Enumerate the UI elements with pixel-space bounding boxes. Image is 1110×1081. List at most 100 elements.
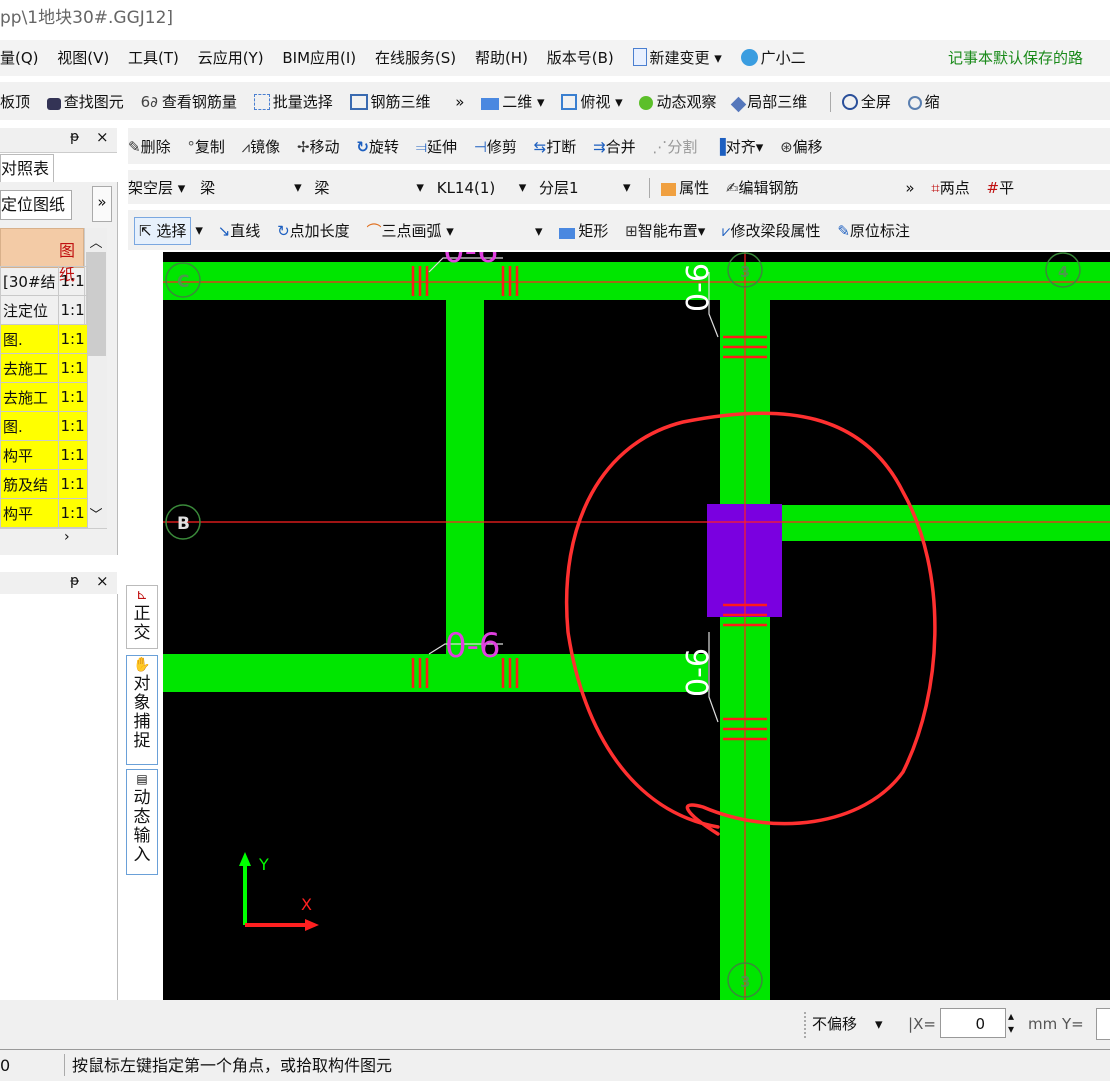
pin-icon[interactable]: ᵽ (70, 129, 79, 145)
view-2d-dropdown[interactable]: 二维 ▾ (481, 83, 545, 121)
scroll-right-icon[interactable]: › (64, 529, 70, 545)
panel-expand-icon[interactable]: » (92, 186, 112, 222)
break-button[interactable]: ⇆打断 (534, 129, 577, 165)
mirror-button[interactable]: ⩘镜像 (242, 129, 280, 165)
offset-button[interactable]: ⊛偏移 (780, 129, 823, 165)
cad-drawing[interactable]: C B 3 4 3 0-6 0-6 0-6 0-6 (163, 252, 1110, 1000)
rotate-button[interactable]: ↻旋转 (356, 129, 399, 165)
select-arrow-icon[interactable]: ▾ (195, 221, 203, 239)
table-row[interactable]: 去施工 1:1 (0, 353, 88, 383)
point-length-button[interactable]: ↻点加长度 (277, 211, 350, 251)
blank-dropdown[interactable]: ▾ (471, 211, 543, 251)
table-hscroll[interactable]: › (0, 528, 107, 551)
snap-toggle[interactable]: ✋ 对象捕捉 (126, 655, 158, 765)
two-point-button[interactable]: ⌗两点 (931, 171, 969, 205)
merge-button[interactable]: ⇉合并 (593, 129, 636, 165)
offset-dropdown[interactable]: 不偏移 ▾ (812, 1010, 883, 1038)
table-row[interactable]: 去施工 1:1 (0, 382, 88, 412)
beam-b-axis[interactable] (770, 505, 1110, 541)
original-mark-button[interactable]: ✎原位标注 (837, 211, 910, 251)
table-row[interactable]: 筋及结 1:1 (0, 469, 88, 499)
split-button[interactable]: ⋰分割 (652, 129, 697, 165)
rebar-3d-button[interactable]: 钢筋三维 (349, 83, 431, 121)
extend-button[interactable]: ⫤延伸 (416, 129, 457, 165)
drawing-canvas[interactable]: C B 3 4 3 0-6 0-6 0-6 0-6 (163, 252, 1110, 1000)
dynamic-input-toggle[interactable]: ▤ 动态输入 (126, 769, 158, 875)
menu-cloud[interactable]: 云应用(Y) (198, 40, 264, 76)
copy-button[interactable]: °复制 (187, 129, 225, 165)
ortho-toggle[interactable]: ⊾ 正交 (126, 585, 158, 649)
category-dropdown[interactable]: 梁 (200, 171, 282, 205)
modify-segment-button[interactable]: ⩗修改梁段属性 (722, 211, 820, 251)
category-arrow-icon[interactable]: ▾ (294, 178, 302, 196)
line-button[interactable]: ↘直线 (218, 211, 261, 251)
batch-select-button[interactable]: 批量选择 (253, 83, 333, 121)
table-row[interactable]: 构平 1:1 (0, 440, 88, 470)
rect-button[interactable]: 矩形 (559, 211, 608, 251)
pin-icon-2[interactable]: ᵽ (70, 573, 79, 589)
menu-online[interactable]: 在线服务(S) (375, 40, 456, 76)
floor-dropdown[interactable]: 架空层 ▾ (128, 171, 185, 205)
scroll-thumb[interactable] (86, 252, 106, 356)
align-dropdown[interactable]: ▐对齐▾ (714, 129, 763, 165)
properties-button[interactable]: 属性 (661, 171, 709, 205)
property-panel-header: ᵽ × (0, 572, 117, 595)
x-spinner-icon[interactable]: ▴ ▾ (1008, 1010, 1014, 1036)
unit-label: mm Y= (1028, 1015, 1084, 1033)
menu-help[interactable]: 帮助(H) (475, 40, 528, 76)
delete-button[interactable]: ✎删除 (128, 129, 171, 165)
sublayer-arrow-icon[interactable]: ▾ (623, 178, 631, 196)
close-icon-2[interactable]: × (96, 572, 109, 590)
mirror-icon: ⩘ (241, 137, 251, 156)
menu-version[interactable]: 版本号(B) (547, 40, 614, 76)
table-row[interactable]: 图. 1:1 (0, 324, 88, 354)
scroll-up-icon[interactable]: ︿ (86, 232, 106, 251)
find-element-button[interactable]: 查找图元 (46, 83, 124, 121)
sublayer-dropdown[interactable]: 分层1 (539, 171, 611, 205)
x-input[interactable]: 0 (940, 1008, 1006, 1038)
toolbar-more-icon[interactable]: » (455, 83, 464, 121)
view-rebar-qty-button[interactable]: 6∂ 查看钢筋量 (141, 83, 237, 121)
dynamic-observe-button[interactable]: 动态观察 (639, 83, 717, 121)
beam-c-axis[interactable] (163, 262, 1110, 300)
cube-icon (561, 93, 578, 110)
menu-new-change[interactable]: 新建变更 ▾ (632, 40, 722, 76)
menu-tools[interactable]: 工具(T) (128, 40, 179, 76)
orbit-icon (639, 95, 654, 110)
type-dropdown[interactable]: 梁 (314, 171, 404, 205)
member-dropdown[interactable]: KL14(1) (437, 171, 507, 205)
move-button[interactable]: ✢移动 (297, 129, 340, 165)
table-row[interactable]: 构平 1:1 (0, 498, 88, 528)
smart-layout-dropdown[interactable]: ⊞智能布置▾ (625, 211, 705, 251)
type-arrow-icon[interactable]: ▾ (416, 178, 424, 196)
select-button[interactable]: ⇱ 选择 (134, 216, 192, 245)
menu-bim[interactable]: BIM应用(I) (282, 40, 356, 76)
arc3-button[interactable]: ⌒三点画弧 ▾ (366, 211, 453, 251)
x-label: |X= (908, 1015, 936, 1033)
menu-view[interactable]: 视图(V) (57, 40, 109, 76)
local-3d-button[interactable]: 局部三维 (731, 83, 807, 121)
menu-quantity[interactable]: 量(Q) (0, 40, 39, 76)
menu-assistant[interactable]: 广小二 (740, 40, 806, 76)
fullscreen-button[interactable]: 全屏 (841, 83, 891, 121)
top-view-dropdown[interactable]: 俯视 ▾ (561, 83, 623, 121)
table-row[interactable]: 图. 1:1 (0, 411, 88, 441)
tab-reference-table[interactable]: 对照表 (0, 154, 54, 183)
table-row[interactable]: [30#结 1:1 (0, 266, 88, 296)
batch-select-icon (253, 93, 270, 110)
edit-rebar-button[interactable]: ✍编辑钢筋 (726, 171, 799, 205)
beam-lower[interactable] (163, 654, 708, 692)
y-input[interactable] (1096, 1008, 1110, 1040)
toolbar3-more-icon[interactable]: » (905, 171, 914, 205)
table-row[interactable]: 注定位 1:1 (0, 295, 88, 325)
scroll-down-icon[interactable]: ﹀ (86, 504, 106, 523)
trim-button[interactable]: ⊣修剪 (474, 129, 517, 165)
locate-drawing-button[interactable]: 定位图纸 (0, 190, 72, 220)
board-top-button[interactable]: 板顶 (0, 83, 30, 121)
status-hint: 按鼠标左键指定第一个角点，或拾取构件图元 (72, 1056, 393, 1075)
zoom-button[interactable]: 缩 (907, 83, 940, 121)
close-icon[interactable]: × (96, 128, 109, 146)
parallel-button[interactable]: #平 (987, 171, 1015, 205)
member-arrow-icon[interactable]: ▾ (519, 178, 527, 196)
ucs-y-arrow (239, 852, 251, 866)
